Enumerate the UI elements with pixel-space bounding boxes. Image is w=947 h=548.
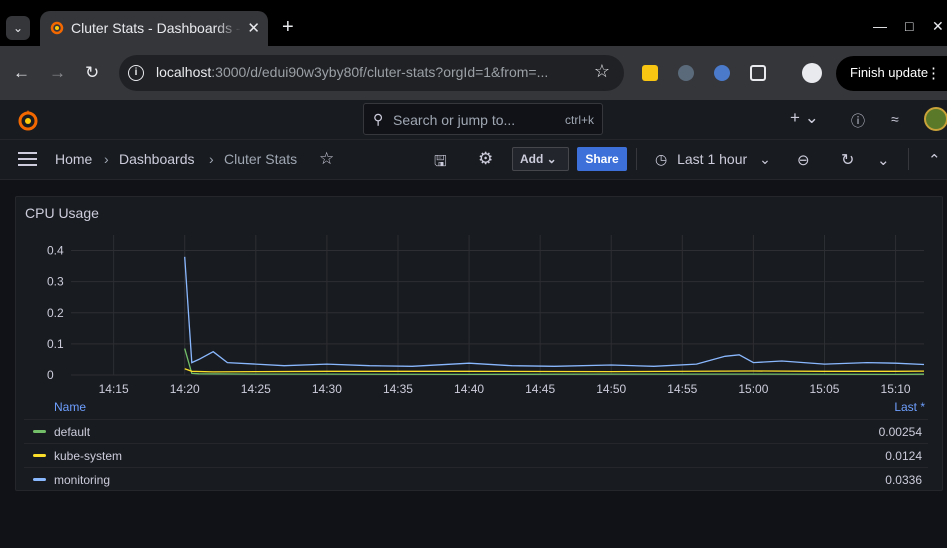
browser-tab[interactable]: Cluter Stats - Dashboards - Grafana ✕ <box>40 11 268 46</box>
legend-series-name: default <box>54 425 91 439</box>
grafana-logo-icon[interactable] <box>16 108 40 132</box>
legend-row[interactable]: default 0.00254 <box>24 419 928 442</box>
x-tick-label: 14:20 <box>170 382 200 396</box>
browser-tab-bar: ⌄ Cluter Stats - Dashboards - Grafana ✕ … <box>0 0 947 46</box>
more-menu-icon[interactable]: ⋮ <box>926 64 941 82</box>
breadcrumb-current: Cluter Stats <box>224 151 298 167</box>
panel-title: CPU Usage <box>25 205 99 221</box>
new-plus-icon[interactable]: + ⌄ <box>790 108 819 128</box>
x-tick-label: 14:55 <box>667 382 697 396</box>
clock-icon: ◷ <box>655 151 668 167</box>
search-input[interactable]: ⚲ Search or jump to... ctrl+k <box>363 103 603 135</box>
profile-avatar[interactable] <box>802 63 822 83</box>
zoom-out-icon[interactable]: ⊖ <box>797 151 810 169</box>
help-icon[interactable]: ⓘ <box>851 111 865 131</box>
grafana-favicon-icon <box>50 21 64 35</box>
x-tick-label: 15:10 <box>881 382 911 396</box>
browser-toolbar: ← → ↻ i localhost:3000/d/edui90w3yby80f/… <box>0 46 947 100</box>
breadcrumb-home[interactable]: Home <box>55 151 92 167</box>
new-tab-button[interactable]: + <box>282 17 294 37</box>
series-line-monitoring <box>184 256 925 367</box>
back-icon[interactable]: ← <box>13 64 30 81</box>
minimize-icon[interactable]: — <box>873 18 887 34</box>
forward-icon[interactable]: → <box>49 64 66 81</box>
x-tick-label: 14:35 <box>383 382 413 396</box>
finish-update-label: Finish update <box>850 65 929 80</box>
url-text[interactable]: localhost:3000/d/edui90w3yby80f/cluter-s… <box>156 64 548 80</box>
extensions-puzzle-icon[interactable] <box>750 65 766 81</box>
x-tick-label: 14:45 <box>525 382 555 396</box>
time-range-picker[interactable]: ◷ Last 1 hour ⌄ <box>655 151 771 168</box>
legend-series-name: monitoring <box>54 473 111 487</box>
legend-row[interactable]: monitoring 0.0336 <box>24 467 928 490</box>
refresh-interval-chevron-icon[interactable]: ⌄ <box>877 151 890 169</box>
extension-spy-icon[interactable] <box>678 65 694 81</box>
x-tick-label: 14:25 <box>241 382 271 396</box>
add-button[interactable]: Add ⌄ <box>512 147 569 171</box>
series-line-default <box>184 348 925 376</box>
legend-color-swatch <box>33 478 46 481</box>
close-tab-icon[interactable]: ✕ <box>247 19 260 37</box>
grafana-top-bar: ⚲ Search or jump to... ctrl+k + ⌄ ⓘ ≈ <box>0 100 947 140</box>
x-tick-label: 15:05 <box>809 382 839 396</box>
breadcrumb-separator: › <box>104 151 109 167</box>
reload-icon[interactable]: ↻ <box>85 64 99 81</box>
add-label: Add <box>520 152 544 166</box>
settings-gear-icon[interactable]: ⚙ <box>478 149 493 169</box>
extension-keep-icon[interactable] <box>642 65 658 81</box>
x-tick-label: 14:15 <box>99 382 129 396</box>
tab-search-button[interactable]: ⌄ <box>6 16 30 40</box>
legend-last-value: 0.00254 <box>878 425 922 439</box>
y-tick-label: 0.2 <box>47 306 64 320</box>
cpu-usage-chart: 0 0.1 0.2 0.3 0.4 14:15 14:20 14:25 14:30 14:35 14… <box>47 235 925 396</box>
bookmark-star-icon[interactable]: ☆ <box>594 61 610 82</box>
legend-last-value: 0.0336 <box>885 473 922 487</box>
divider <box>636 148 637 170</box>
legend-series-name: kube-system <box>54 449 123 463</box>
share-button[interactable]: Share <box>577 147 627 171</box>
site-info-icon[interactable]: i <box>128 65 144 81</box>
chevron-down-icon: ⌄ <box>759 151 771 167</box>
legend-color-swatch <box>33 454 46 457</box>
y-tick-label: 0.4 <box>47 244 64 258</box>
user-avatar[interactable] <box>924 107 947 131</box>
x-tick-label: 14:30 <box>312 382 342 396</box>
dashboard-nav-bar: Home › Dashboards › Cluter Stats ☆ 🖫 ⚙ A… <box>0 140 947 180</box>
chevron-down-icon: ⌄ <box>12 21 24 35</box>
menu-icon[interactable] <box>18 152 37 166</box>
search-placeholder: Search or jump to... <box>393 112 516 128</box>
search-icon: ⚲ <box>373 111 384 127</box>
close-window-icon[interactable]: ✕ <box>932 18 944 35</box>
finish-update-button[interactable]: Finish update ⋮ <box>836 56 947 91</box>
breadcrumb-dashboards[interactable]: Dashboards <box>119 151 195 167</box>
favorite-star-icon[interactable]: ☆ <box>319 149 334 169</box>
legend-color-swatch <box>33 430 46 433</box>
maximize-icon[interactable]: □ <box>905 18 913 34</box>
cpu-usage-panel[interactable]: CPU Usage 0 0.1 0.2 0.3 0.4 14:15 14:20 14:25 14… <box>15 196 943 491</box>
tab-title: Cluter Stats - Dashboards - Grafana <box>71 20 241 36</box>
series-line-kube-system <box>184 368 925 373</box>
chevron-down-icon: ⌄ <box>546 152 557 166</box>
x-tick-label: 14:40 <box>454 382 484 396</box>
x-tick-label: 14:50 <box>596 382 626 396</box>
extension-circle-icon[interactable] <box>714 65 730 81</box>
divider <box>908 148 909 170</box>
legend-name-header[interactable]: Name <box>54 400 86 414</box>
news-rss-icon[interactable]: ≈ <box>891 111 899 127</box>
breadcrumb-separator: › <box>209 151 214 167</box>
address-bar[interactable]: i localhost:3000/d/edui90w3yby80f/cluter… <box>119 55 624 91</box>
search-shortcut: ctrl+k <box>564 113 594 127</box>
legend-row[interactable]: kube-system 0.0124 <box>24 443 928 466</box>
y-tick-label: 0 <box>47 368 54 382</box>
y-tick-label: 0.1 <box>47 337 64 351</box>
legend-last-header[interactable]: Last * <box>894 400 925 414</box>
refresh-icon[interactable]: ↻ <box>841 150 854 170</box>
collapse-chevron-up-icon[interactable]: ⌃ <box>928 151 941 169</box>
legend-last-value: 0.0124 <box>885 449 922 463</box>
save-icon[interactable]: 🖫 <box>434 151 447 176</box>
time-range-label: Last 1 hour <box>677 151 748 167</box>
x-tick-label: 15:00 <box>738 382 768 396</box>
y-tick-label: 0.3 <box>47 275 64 289</box>
